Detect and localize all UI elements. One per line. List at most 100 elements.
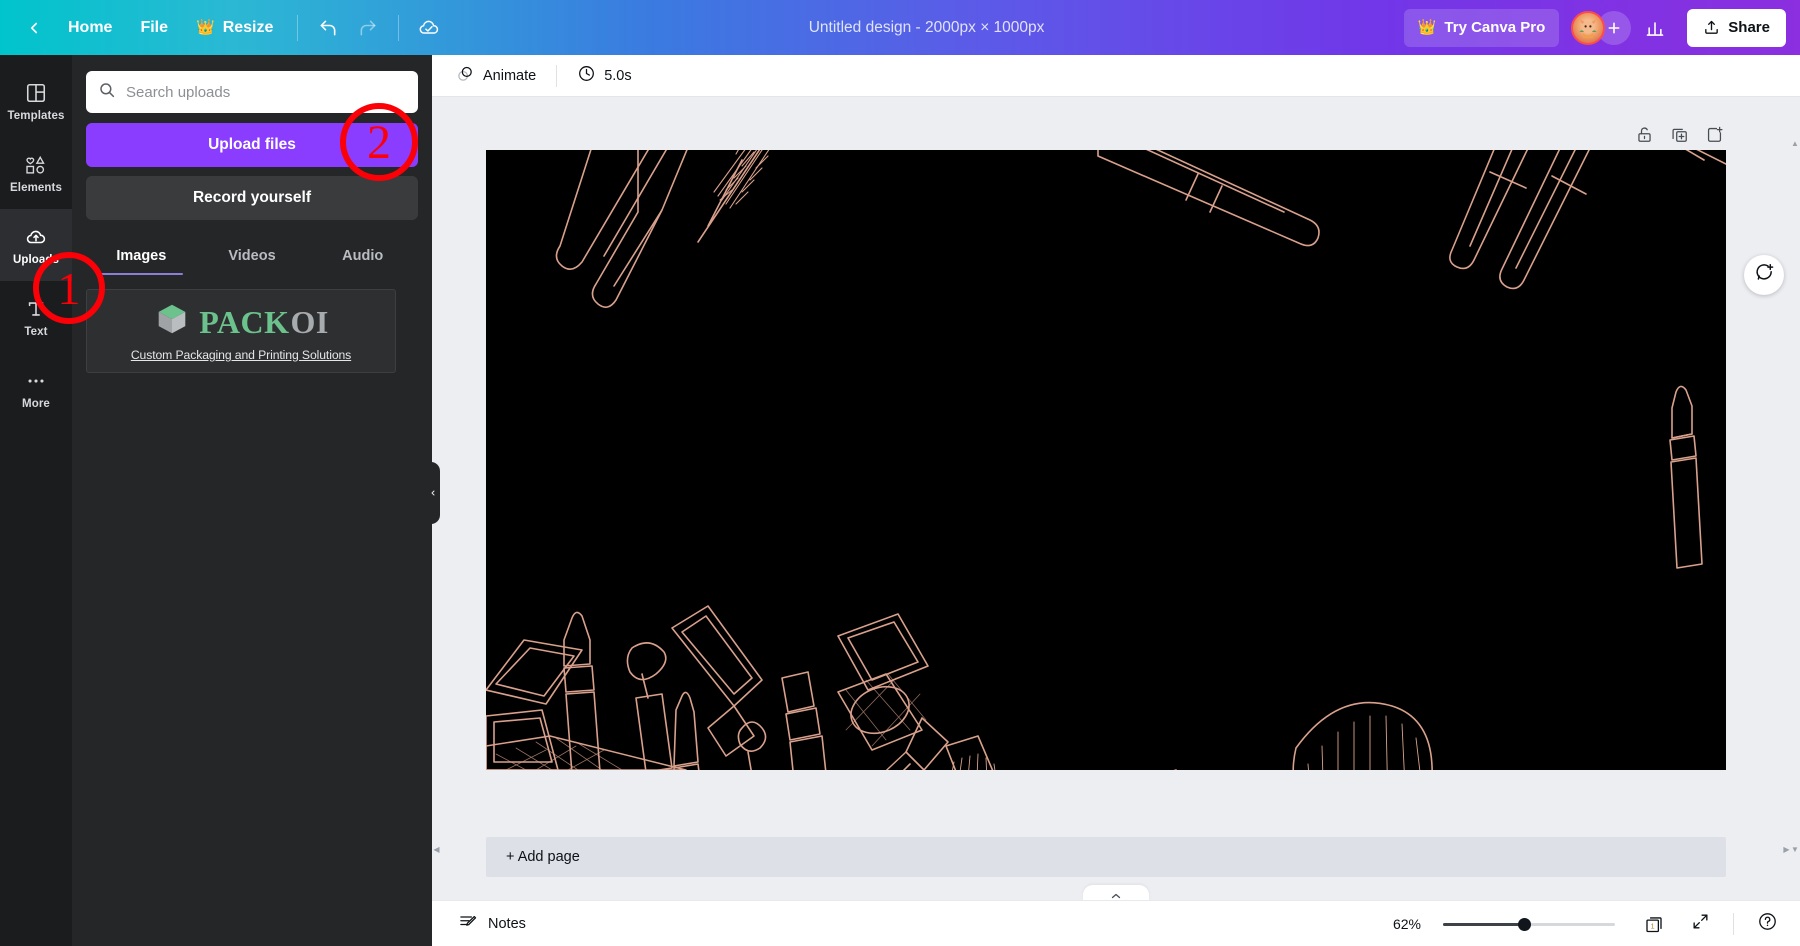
tab-images[interactable]: Images: [86, 238, 197, 275]
text-icon: [25, 297, 47, 321]
notes-button[interactable]: Notes: [448, 908, 536, 940]
file-label: File: [140, 18, 169, 36]
design-page-wrapper[interactable]: [486, 150, 1726, 770]
upload-files-button[interactable]: Upload files: [86, 123, 418, 167]
elements-shapes-icon: [24, 153, 48, 177]
uploads-cloud-icon: [24, 225, 48, 249]
back-button[interactable]: [14, 9, 54, 47]
cloud-check-icon[interactable]: [409, 9, 449, 47]
upload-files-label: Upload files: [208, 136, 296, 153]
bottombar-divider: [1733, 912, 1734, 935]
canvas-scroll-area: + Add page ▲ ▼ ◀ ▶: [432, 97, 1800, 900]
page-tools-group: [1635, 125, 1724, 149]
notes-panel-toggle[interactable]: [1083, 885, 1149, 900]
more-dots-icon: [25, 369, 47, 393]
sidebar-item-label: Templates: [7, 109, 65, 122]
insights-button[interactable]: [1635, 9, 1675, 47]
left-tool-rail: Templates Elements Uploads Text More: [0, 55, 72, 946]
svg-text:1: 1: [1651, 921, 1655, 930]
try-canva-pro-button[interactable]: 👑 Try Canva Pro: [1403, 8, 1560, 47]
topbar-divider-2: [398, 14, 400, 41]
sidebar-item-more[interactable]: More: [0, 353, 72, 425]
undo-button[interactable]: [308, 9, 348, 47]
animate-button[interactable]: Animate: [446, 60, 546, 92]
page-duration-button[interactable]: 5.0s: [567, 60, 641, 92]
crown-icon: 👑: [1417, 19, 1437, 36]
logo-text-oi: OI: [290, 303, 329, 340]
record-yourself-label: Record yourself: [192, 189, 311, 206]
scroll-down-arrow[interactable]: ▼: [1791, 845, 1799, 854]
zoom-slider-knob[interactable]: [1517, 917, 1531, 931]
help-question-icon: [1757, 911, 1778, 937]
avatar[interactable]: [1571, 10, 1606, 45]
bottom-status-bar: Notes 62% 1: [432, 900, 1800, 946]
search-icon: [98, 81, 116, 104]
redo-button[interactable]: [348, 9, 388, 47]
add-comment-icon: [1754, 262, 1775, 288]
search-input[interactable]: [126, 83, 406, 101]
canva-editor-window: Home File 👑 Resize Untitled design - 200…: [0, 0, 1800, 946]
tab-videos[interactable]: Videos: [197, 238, 308, 275]
resize-button[interactable]: 👑 Resize: [182, 9, 287, 47]
topbar-divider-1: [297, 14, 299, 41]
notes-label: Notes: [488, 915, 526, 932]
editor-area: Animate 5.0s + Add page ▲ ▼ ◀ ▶: [432, 55, 1800, 946]
record-yourself-button[interactable]: Record yourself: [86, 176, 418, 220]
file-menu-button[interactable]: File: [126, 9, 182, 47]
resize-label: Resize: [222, 18, 274, 36]
zoom-slider-fill: [1443, 922, 1524, 926]
add-page-icon[interactable]: [1705, 125, 1724, 149]
share-button[interactable]: Share: [1687, 8, 1786, 47]
sidebar-item-label: Uploads: [12, 253, 60, 266]
uploads-tabs: Images Videos Audio: [86, 238, 418, 275]
search-uploads-box[interactable]: [86, 71, 418, 113]
document-title[interactable]: Untitled design - 2000px × 1000px: [797, 12, 1057, 44]
animate-label: Animate: [483, 67, 537, 84]
uploads-panel: Upload files Record yourself Images Vide…: [72, 55, 432, 946]
page-manager-icon: 1: [1643, 914, 1665, 934]
top-navigation-bar: Home File 👑 Resize Untitled design - 200…: [0, 0, 1800, 55]
upload-item-packoi-logo[interactable]: PACK OI Custom Packaging and Printing So…: [86, 289, 396, 373]
tab-label: Images: [116, 248, 167, 264]
sidebar-item-templates[interactable]: Templates: [0, 65, 72, 137]
animate-circles-icon: [456, 64, 475, 87]
unlock-icon[interactable]: [1635, 125, 1654, 149]
templates-grid-icon: [25, 81, 47, 105]
topbar-left-group: Home File 👑 Resize: [0, 0, 449, 55]
zoom-percent-label[interactable]: 62%: [1379, 916, 1421, 932]
3d-box-icon: [153, 300, 191, 343]
duplicate-icon[interactable]: [1670, 125, 1689, 149]
zoom-slider[interactable]: [1443, 917, 1615, 931]
tab-audio[interactable]: Audio: [307, 238, 418, 275]
uploads-grid: PACK OI Custom Packaging and Printing So…: [86, 289, 418, 373]
packoi-logo: PACK OI: [153, 300, 329, 343]
scroll-up-arrow[interactable]: ▲: [1791, 139, 1799, 148]
try-pro-label: Try Canva Pro: [1444, 19, 1546, 36]
scroll-left-arrow[interactable]: ◀: [432, 845, 441, 854]
crown-icon: 👑: [196, 19, 215, 36]
sidebar-item-text[interactable]: Text: [0, 281, 72, 353]
page-manager-button[interactable]: 1: [1637, 908, 1671, 940]
editor-toolbar-divider: [556, 64, 558, 87]
expand-arrows-icon: [1691, 912, 1710, 936]
sidebar-item-elements[interactable]: Elements: [0, 137, 72, 209]
horizontal-scrollbar[interactable]: ◀ ▶: [432, 845, 1791, 854]
sidebar-item-label: More: [22, 397, 50, 410]
tab-label: Audio: [342, 248, 384, 264]
add-page-bar[interactable]: + Add page: [486, 837, 1726, 877]
home-button[interactable]: Home: [54, 9, 126, 47]
collapse-panel-handle[interactable]: [425, 462, 440, 524]
vertical-scrollbar[interactable]: ▲ ▼: [1791, 139, 1800, 854]
design-canvas[interactable]: [486, 150, 1726, 770]
scroll-right-arrow[interactable]: ▶: [1782, 845, 1791, 854]
notes-pencil-icon: [458, 912, 478, 936]
clock-icon: [577, 64, 596, 87]
logo-text-pack: PACK: [199, 303, 290, 340]
editor-toolbar: Animate 5.0s: [432, 55, 1800, 97]
help-button[interactable]: [1750, 908, 1784, 940]
add-comment-button[interactable]: [1744, 255, 1784, 295]
sidebar-item-label: Text: [24, 325, 48, 338]
page-duration-label: 5.0s: [604, 67, 632, 84]
sidebar-item-uploads[interactable]: Uploads: [0, 209, 72, 281]
fullscreen-button[interactable]: [1683, 908, 1717, 940]
